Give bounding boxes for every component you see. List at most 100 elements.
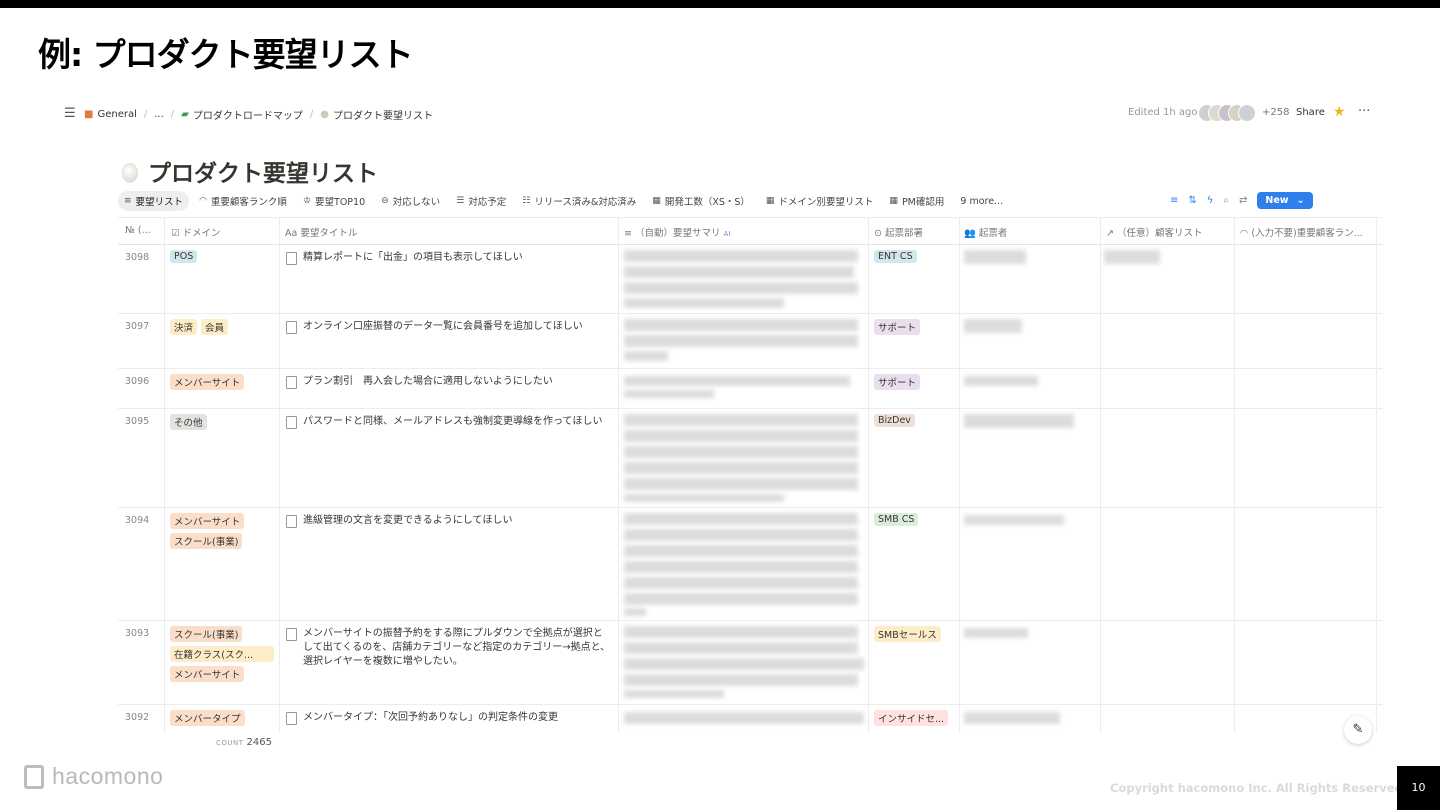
settings-icon[interactable]: ⇄ xyxy=(1239,195,1247,206)
new-button[interactable]: New ⌄ xyxy=(1257,192,1313,209)
col-author[interactable]: 👥 起票者 xyxy=(964,225,1007,239)
share-button[interactable]: Share xyxy=(1296,107,1325,118)
table-icon: ▦ xyxy=(765,196,775,206)
star-icon[interactable]: ★ xyxy=(1333,104,1346,120)
dept-tag[interactable]: BizDev xyxy=(874,414,915,427)
copyright: Copyright hacomono Inc. All Rights Reser… xyxy=(1110,781,1408,795)
view-tabs: ≡ 要望リスト ◠ 重要顧客ランク順 ♔ 要望TOP10 ⊖ 対応しない ☰ 対応予定 ☷… xyxy=(118,191,1013,211)
home-icon: ■ xyxy=(84,109,94,120)
tab-planned[interactable]: ☰ 対応予定 xyxy=(450,191,512,211)
blurred-summary xyxy=(624,626,858,638)
dept-tag[interactable]: サポート xyxy=(874,319,921,335)
request-title: パスワードと同様、メールアドレスも強制変更導線を作ってほしい xyxy=(303,416,603,427)
col-domain[interactable]: ☑ ドメイン xyxy=(171,225,221,239)
dept-tag[interactable]: SMBセールス xyxy=(874,626,941,642)
page-icon xyxy=(286,252,297,265)
table-row[interactable]: 3096 メンバーサイト プラン割引 再入会した場合に適用しないようにしたい サ… xyxy=(118,368,1383,409)
sort-icon[interactable]: ⇅ xyxy=(1188,195,1196,206)
breadcrumb-general[interactable]: General xyxy=(97,109,136,120)
tab-dev-effort[interactable]: ▦ 開発工数（XS・S） xyxy=(646,191,756,211)
egg-icon xyxy=(122,163,138,183)
col-dept[interactable]: ⊙ 起票部署 xyxy=(874,225,923,239)
lines-icon: ≡ xyxy=(624,228,635,239)
row-count: COUNT 2465 xyxy=(216,737,272,748)
table-row[interactable]: 3094 メンバーサイト スクール(事業) 進級管理の文言を変更できるようにしてほ… xyxy=(118,507,1383,621)
blurred-customers xyxy=(1104,250,1160,264)
request-table: № (... ☑ ドメイン Aa 要望タイトル ≡ （自動）要望サマリ AI ⊙… xyxy=(118,217,1383,733)
domain-tag[interactable]: メンバーサイト xyxy=(170,666,245,682)
table-row[interactable]: 3095 その他 パスワードと同様、メールアドレスも強制変更導線を作ってほしい … xyxy=(118,408,1383,508)
page-icon xyxy=(286,376,297,389)
domain-tag[interactable]: 在籍クラス(スク... xyxy=(170,646,274,662)
table-row[interactable]: 3093 スクール(事業) 在籍クラス(スク... メンバーサイト メンバーサイトの… xyxy=(118,620,1383,705)
automation-icon[interactable]: ϟ xyxy=(1207,195,1214,206)
table-row[interactable]: 3092 メンバータイプ メンバータイプ：「次回予約ありなし」の判定条件の変更 … xyxy=(118,704,1383,733)
table-header: № (... ☑ ドメイン Aa 要望タイトル ≡ （自動）要望サマリ AI ⊙… xyxy=(118,218,1383,245)
menu-icon[interactable]: ☰ xyxy=(64,106,76,121)
people-icon: 👥 xyxy=(964,228,979,239)
tab-not-handled[interactable]: ⊖ 対応しない xyxy=(375,191,446,211)
table-row[interactable]: 3098 POS 精算レポートに「出金」の項目も表示してほしい ENT CS xyxy=(118,244,1383,314)
row-number: 3095 xyxy=(125,416,150,427)
domain-tag[interactable]: 会員 xyxy=(201,319,229,335)
request-title: オンライン口座振替のデータ一覧に会員番号を追加してほしい xyxy=(303,321,583,332)
relation-icon: ↗ xyxy=(1106,228,1117,239)
table-icon: ▦ xyxy=(652,196,661,206)
blurred-author xyxy=(964,250,1026,264)
search-icon[interactable]: ⌕ xyxy=(1223,195,1229,206)
col-title[interactable]: Aa 要望タイトル xyxy=(285,225,357,239)
page-icon xyxy=(286,515,297,528)
page-icon xyxy=(286,416,297,429)
domain-tag[interactable]: POS xyxy=(170,250,198,263)
minus-circle-icon: ⊖ xyxy=(381,196,389,206)
domain-tag[interactable]: メンバーサイト xyxy=(170,513,245,529)
tab-request-list[interactable]: ≡ 要望リスト xyxy=(118,191,190,211)
row-number: 3092 xyxy=(125,712,150,723)
blurred-author xyxy=(964,515,1064,525)
col-customers[interactable]: ↗ （任意）顧客リスト xyxy=(1106,225,1203,239)
breadcrumb: ■ General / ... / ▰ プロダクトロードマップ / ● プロダク… xyxy=(84,107,433,122)
breadcrumb-roadmap[interactable]: プロダクトロードマップ xyxy=(193,107,303,122)
headset-icon: ◠ xyxy=(199,196,207,206)
chevron-down-icon[interactable]: ⌄ xyxy=(1297,195,1305,206)
domain-tag[interactable]: スクール(事業) xyxy=(170,533,243,549)
hacomono-logo: hacomono xyxy=(24,763,163,790)
top-bar xyxy=(0,0,1440,8)
tab-pm-check[interactable]: ▦ PM確認用 xyxy=(883,191,950,211)
member-avatars[interactable] xyxy=(1198,104,1256,122)
dept-tag[interactable]: ENT CS xyxy=(874,250,917,263)
ai-assistant-button[interactable]: ✎ xyxy=(1344,716,1372,744)
filter-icon[interactable]: ≡ xyxy=(1170,195,1178,206)
tab-domain[interactable]: ▦ ドメイン別要望リスト xyxy=(760,191,880,211)
request-title: メンバータイプ：「次回予約ありなし」の判定条件の変更 xyxy=(303,712,558,723)
tab-customer-rank[interactable]: ◠ 重要顧客ランク順 xyxy=(193,191,293,211)
request-title: プラン割引 再入会した場合に適用しないようにしたい xyxy=(303,376,553,387)
table-row[interactable]: 3097 決済 会員 オンライン口座振替のデータ一覧に会員番号を追加してほしい サ… xyxy=(118,313,1383,369)
more-icon[interactable]: ··· xyxy=(1358,104,1370,119)
logo-mark-icon xyxy=(24,764,44,789)
breadcrumb-ellipsis[interactable]: ... xyxy=(154,109,164,120)
breadcrumb-request-list[interactable]: プロダクト要望リスト xyxy=(333,107,433,122)
dept-tag[interactable]: サポート xyxy=(874,374,921,390)
domain-tag[interactable]: メンバーサイト xyxy=(170,374,245,390)
domain-tag[interactable]: メンバータイプ xyxy=(170,710,245,726)
member-count[interactable]: +258 xyxy=(1262,107,1289,118)
tab-top10[interactable]: ♔ 要望TOP10 xyxy=(297,191,371,211)
domain-tag[interactable]: 決済 xyxy=(170,319,198,335)
col-rank[interactable]: ◠ (入力不要)重要顧客ラン... xyxy=(1240,225,1375,239)
col-number[interactable]: № (... xyxy=(125,225,151,236)
domain-tag[interactable]: スクール(事業) xyxy=(170,626,243,642)
col-summary[interactable]: ≡ （自動）要望サマリ AI xyxy=(624,225,730,239)
row-number: 3093 xyxy=(125,628,150,639)
row-number: 3097 xyxy=(125,321,150,332)
dept-tag[interactable]: インサイドセ... xyxy=(874,710,949,726)
tab-released[interactable]: ☷ リリース済み&対応済み xyxy=(516,191,642,211)
list-icon: ≡ xyxy=(124,196,132,206)
blurred-summary xyxy=(624,376,850,386)
dept-tag[interactable]: SMB CS xyxy=(874,513,919,526)
tab-more[interactable]: 9 more... xyxy=(954,193,1009,210)
avatar xyxy=(1238,104,1256,122)
domain-tag[interactable]: その他 xyxy=(170,414,207,430)
row-number: 3096 xyxy=(125,376,150,387)
page-icon xyxy=(286,628,297,641)
